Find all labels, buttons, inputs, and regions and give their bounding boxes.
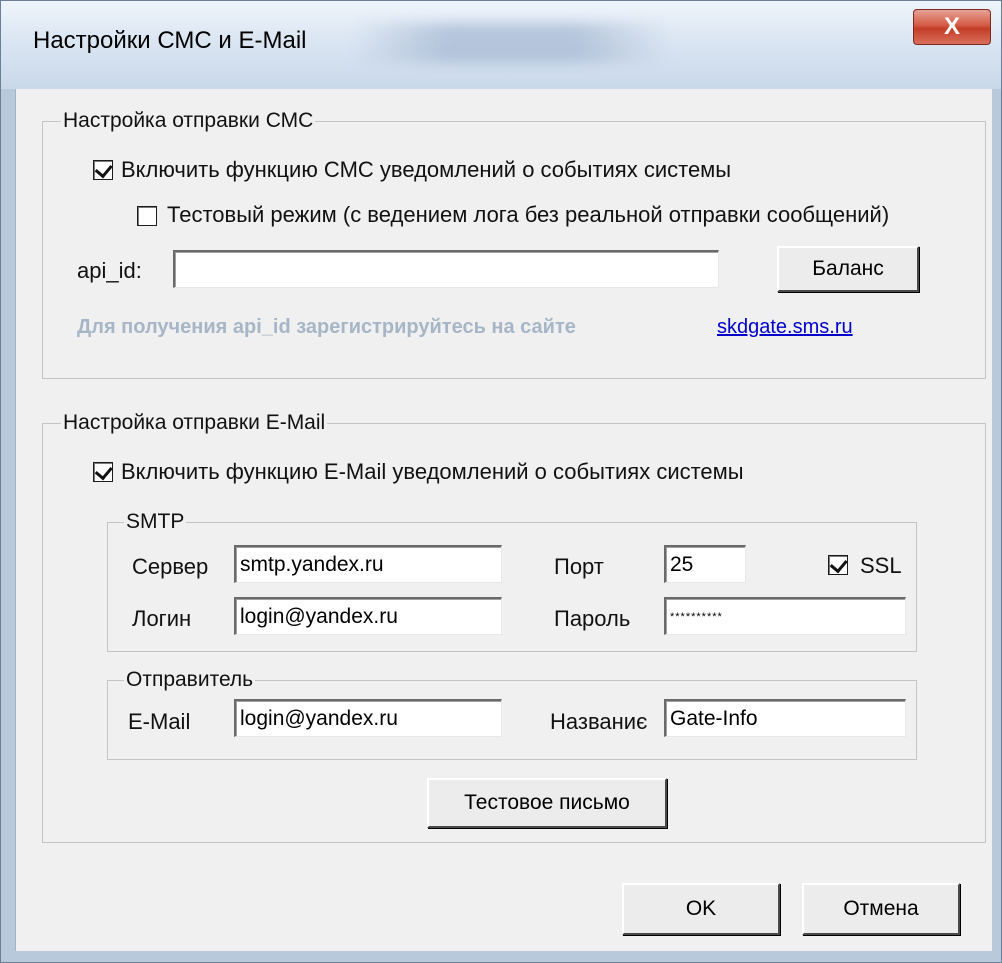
port-input[interactable]	[664, 545, 746, 583]
port-label: Порт	[554, 554, 604, 579]
sender-group: Отправитель E-Mail Названиє	[107, 668, 917, 760]
password-input[interactable]	[664, 597, 906, 635]
window-title: Настройки СМС и E-Mail	[33, 27, 307, 54]
smtp-group: SMTP Сервер Порт SSL Логин Пароль	[107, 510, 917, 652]
registration-link[interactable]: skdgate.sms.ru	[717, 316, 853, 339]
ok-button[interactable]: OK	[622, 883, 780, 935]
sender-group-title: Отправитель	[124, 668, 256, 692]
server-label: Сервер	[132, 554, 209, 579]
api-id-input[interactable]	[173, 250, 719, 288]
sender-email-label: E-Mail	[128, 709, 191, 734]
sms-group-title: Настройка отправки СМС	[61, 109, 316, 133]
sender-name-input[interactable]	[664, 699, 906, 737]
dialog-body: Настройка отправки СМС Включить функцию …	[15, 89, 992, 951]
check-icon	[829, 554, 848, 574]
smtp-group-title: SMTP	[124, 510, 187, 534]
cancel-button[interactable]: Отмена	[802, 883, 960, 935]
sms-test-mode-label[interactable]: Тестовый режим (с ведением лога без реал…	[167, 202, 889, 228]
login-input[interactable]	[234, 597, 502, 635]
api-id-hint: Для получения api_id зарегистрируйтесь н…	[77, 316, 576, 338]
server-input[interactable]	[234, 545, 502, 583]
email-settings-group: Настройка отправки E-Mail Включить функц…	[42, 411, 986, 843]
test-email-button[interactable]: Тестовое письмо	[427, 778, 667, 828]
sms-test-mode-checkbox[interactable]	[137, 206, 157, 226]
title-bar-blur	[351, 23, 671, 63]
password-label: Пароль	[554, 606, 631, 631]
check-icon	[94, 159, 113, 179]
email-enable-label[interactable]: Включить функцию E-Mail уведомлений о со…	[121, 459, 744, 485]
close-button[interactable]: X	[913, 9, 991, 45]
sms-enable-checkbox[interactable]	[93, 159, 113, 180]
ssl-checkbox[interactable]	[828, 554, 848, 575]
sms-settings-group: Настройка отправки СМС Включить функцию …	[42, 109, 986, 379]
close-icon: X	[943, 13, 960, 40]
title-bar[interactable]: Настройки СМС и E-Mail X	[1, 1, 1001, 89]
balance-button[interactable]: Баланс	[777, 246, 919, 292]
login-label: Логин	[132, 606, 192, 631]
ssl-label[interactable]: SSL	[860, 553, 902, 579]
settings-dialog: Настройки СМС и E-Mail X Настройка отпра…	[0, 0, 1002, 963]
email-enable-checkbox[interactable]	[93, 461, 113, 482]
api-id-label: api_id:	[77, 258, 142, 283]
sender-email-input[interactable]	[234, 699, 502, 737]
sender-name-label: Названиє	[550, 709, 648, 734]
email-group-title: Настройка отправки E-Mail	[61, 411, 328, 435]
check-icon	[94, 461, 113, 481]
sms-enable-label[interactable]: Включить функцию СМС уведомлений о событ…	[121, 157, 731, 183]
